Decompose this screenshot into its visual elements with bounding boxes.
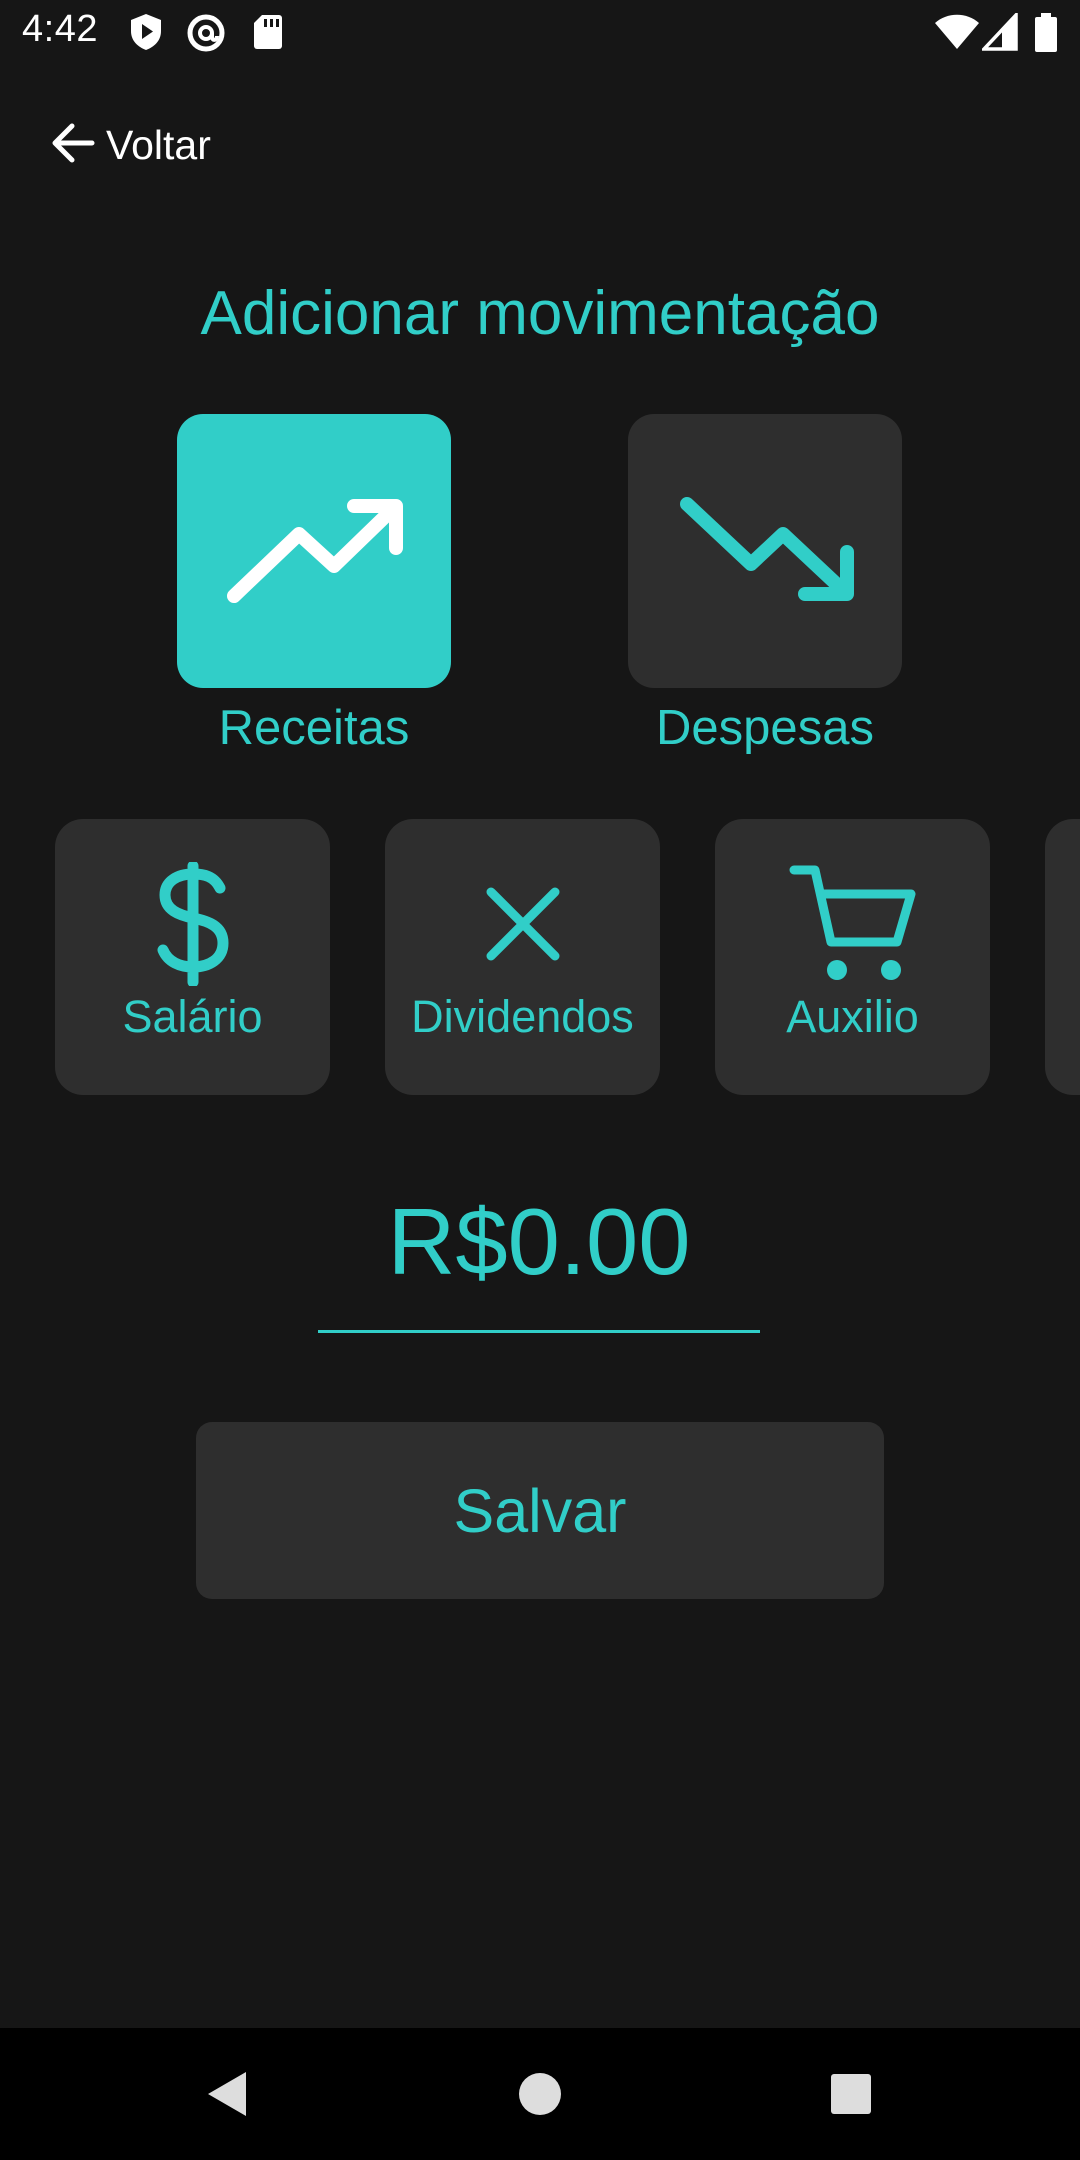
home-circle-icon[interactable] — [470, 2028, 610, 2160]
page-title: Adicionar movimentação — [200, 279, 880, 348]
category-dividendos[interactable]: Dividendos — [385, 819, 660, 1095]
trending-down-icon — [665, 484, 865, 619]
type-despesas-label: Despesas — [656, 701, 874, 755]
category-label: Salário — [122, 991, 263, 1042]
dollar-icon — [55, 859, 330, 989]
at-sign-icon — [186, 13, 226, 58]
category-label: Auxilio — [786, 991, 919, 1042]
category-auxilio[interactable]: Auxilio — [715, 819, 990, 1095]
back-triangle-icon[interactable] — [156, 2028, 296, 2160]
type-receitas-button[interactable] — [177, 414, 451, 688]
battery-icon — [1034, 13, 1058, 58]
type-receitas-label: Receitas — [218, 701, 410, 755]
shield-play-icon — [128, 13, 164, 56]
type-despesas-button[interactable] — [628, 414, 902, 688]
wifi-icon — [934, 13, 980, 56]
close-x-icon — [385, 859, 660, 989]
category-label: Dividendos — [411, 991, 634, 1042]
sd-card-icon — [252, 13, 284, 56]
category-salario[interactable]: Salário — [55, 819, 330, 1095]
save-label: Salvar — [453, 1476, 627, 1545]
amount-value: R$0.00 — [387, 1189, 691, 1294]
shopping-cart-icon — [715, 859, 990, 989]
back-button[interactable]: Voltar — [48, 110, 211, 180]
arrow-left-icon — [48, 118, 98, 173]
save-button[interactable]: Salvar — [196, 1422, 884, 1599]
trending-up-icon — [214, 484, 414, 619]
system-nav-bar — [0, 2028, 1080, 2160]
category-partial[interactable] — [1045, 819, 1080, 1095]
category-list[interactable]: Salário Dividendos Auxilio — [0, 819, 1080, 1095]
cell-signal-icon — [979, 10, 1018, 56]
status-bar: 4:42 — [0, 0, 1080, 66]
back-label: Voltar — [106, 121, 211, 168]
status-time: 4:42 — [22, 8, 98, 50]
recents-square-icon[interactable] — [781, 2028, 921, 2160]
amount-underline — [318, 1330, 760, 1333]
amount-input[interactable]: R$0.00 — [318, 1168, 760, 1336]
